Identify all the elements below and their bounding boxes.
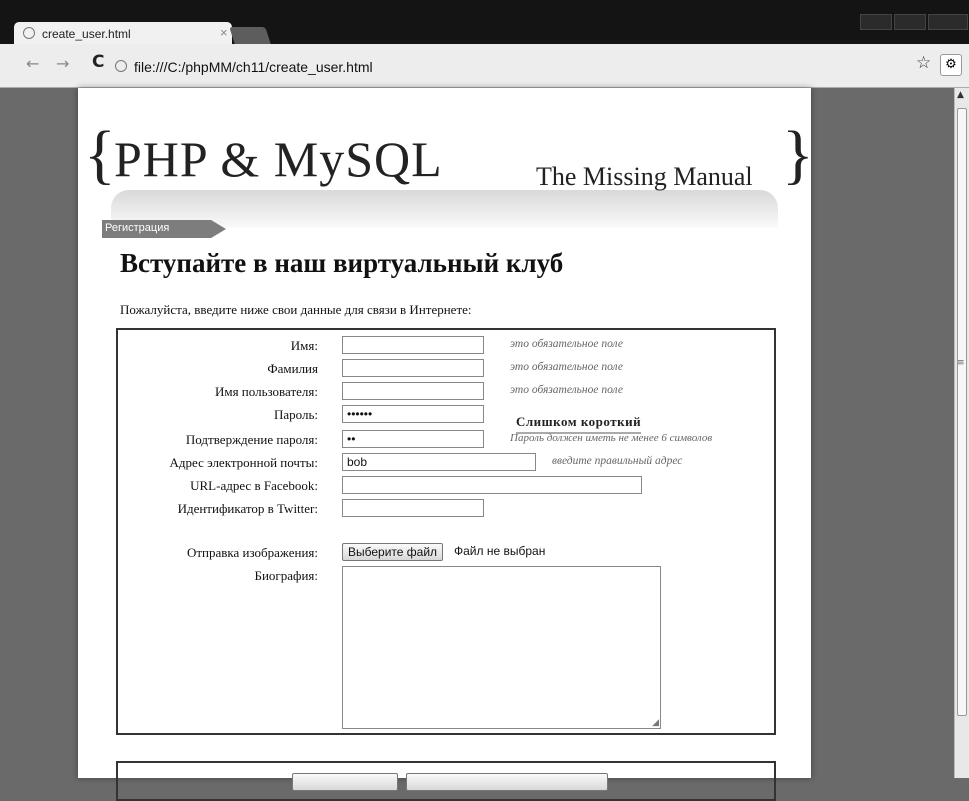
wrench-icon[interactable]: ⚙ <box>940 54 962 76</box>
web-page: { PHP & MySQL The Missing Manual } Регис… <box>78 88 814 801</box>
password-strength-indicator: Слишком короткий <box>516 414 642 434</box>
username-label: Имя пользователя: <box>214 384 318 399</box>
window-titlebar: create_user.html × <box>0 0 969 46</box>
password-confirm-label: Подтверждение пароля: <box>185 432 318 447</box>
password-input[interactable]: •••••• <box>342 405 484 423</box>
first-name-label: Имя: <box>290 338 318 353</box>
tab-close-icon[interactable]: × <box>220 25 228 40</box>
first-name-input[interactable] <box>342 336 484 354</box>
address-url[interactable]: file:///C:/phpMM/ch11/create_user.html <box>134 59 373 75</box>
file-status-text: Файл не выбран <box>454 544 546 558</box>
address-bar[interactable]: file:///C:/phpMM/ch11/create_user.html <box>111 56 901 78</box>
bio-label: Биография: <box>254 568 319 583</box>
maximize-button[interactable] <box>894 14 926 30</box>
first-name-hint: это обязательное поле <box>510 338 623 350</box>
password-confirm-input[interactable]: •• <box>342 430 484 448</box>
intro-text: Пожалуйста, введите ниже свои данные для… <box>120 302 472 317</box>
page-icon <box>115 60 127 72</box>
browser-tab[interactable]: create_user.html × <box>14 22 232 46</box>
last-name-input[interactable] <box>342 359 484 377</box>
email-label: Адрес электронной почты: <box>169 455 318 470</box>
page-title: Вступайте в наш виртуальный клуб <box>120 248 564 278</box>
browser-toolbar: ← → C file:///C:/phpMM/ch11/create_user.… <box>0 44 969 88</box>
new-tab-button[interactable] <box>229 27 271 44</box>
registration-form: Имя: это обязательное поле Фамилия это о… <box>116 328 776 735</box>
username-input[interactable] <box>342 382 484 400</box>
email-hint: введите правильный адрес <box>552 455 683 467</box>
scrollbar-grip-icon: ≡ <box>957 358 965 368</box>
logo-title: PHP & MySQL <box>114 131 443 187</box>
facebook-input[interactable] <box>342 476 642 494</box>
breadcrumb: Регистрация <box>102 220 232 238</box>
choose-file-button[interactable]: Выберите файл <box>342 543 444 561</box>
vertical-scrollbar[interactable]: ▲ ≡ <box>954 88 969 778</box>
last-name-label: Фамилия <box>267 361 318 376</box>
password-confirm-hint: Пароль должен иметь не менее 6 символов <box>510 432 713 444</box>
username-hint: это обязательное поле <box>510 384 623 396</box>
image-upload-label: Отправка изображения: <box>186 545 318 560</box>
back-arrow-icon[interactable]: ← <box>26 54 39 73</box>
page-favicon-icon <box>23 27 35 39</box>
logo-brace-open: { <box>84 118 116 191</box>
email-input[interactable]: bob <box>342 453 536 471</box>
bookmark-star-icon[interactable]: ☆ <box>916 53 931 73</box>
bio-textarea[interactable]: ◢ <box>342 566 661 729</box>
last-name-hint: это обязательное поле <box>510 361 623 373</box>
password-label: Пароль: <box>273 407 318 422</box>
scrollbar-thumb[interactable] <box>957 108 967 716</box>
resize-handle-icon[interactable]: ◢ <box>652 718 659 728</box>
reload-icon[interactable]: C <box>92 52 104 72</box>
logo-subtitle: The Missing Manual <box>536 162 753 191</box>
close-window-button[interactable] <box>928 14 968 30</box>
twitter-input[interactable] <box>342 499 484 517</box>
minimize-button[interactable] <box>860 14 892 30</box>
scroll-up-arrow-icon[interactable]: ▲ <box>957 90 964 100</box>
reset-button[interactable] <box>406 773 608 791</box>
tab-title: create_user.html <box>42 27 131 41</box>
forward-arrow-icon[interactable]: → <box>56 54 69 73</box>
logo-brace-close: } <box>782 118 814 191</box>
breadcrumb-label: Регистрация <box>105 222 170 234</box>
form-buttons-box <box>116 761 776 801</box>
facebook-label: URL-адрес в Facebook: <box>190 478 318 493</box>
twitter-label: Идентификатор в Twitter: <box>177 501 318 516</box>
submit-button[interactable] <box>292 773 398 791</box>
